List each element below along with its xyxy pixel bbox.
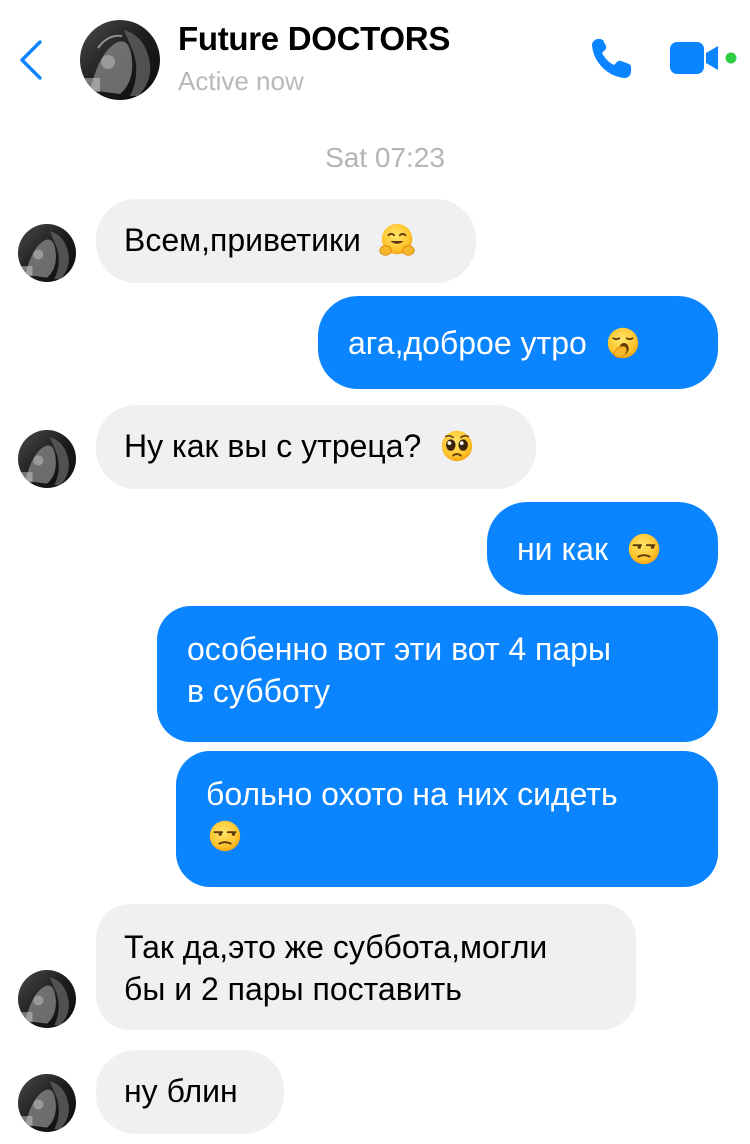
sender-avatar[interactable] bbox=[18, 430, 76, 488]
chat-title[interactable]: Future DOCTORS bbox=[178, 20, 450, 58]
message-text-line: особенно вот эти вот 4 пары bbox=[187, 631, 611, 667]
message-text: ага,доброе утро bbox=[348, 325, 587, 361]
pleading-face-emoji-icon bbox=[442, 430, 473, 461]
active-status: Active now bbox=[178, 66, 304, 96]
active-dot-icon bbox=[725, 52, 737, 64]
chevron-left-icon bbox=[20, 40, 42, 80]
message-bubble-incoming[interactable]: Так да,это же суббота,могли бы и 2 пары … bbox=[96, 904, 636, 1030]
sender-avatar[interactable] bbox=[18, 1074, 76, 1132]
voice-call-button[interactable] bbox=[588, 36, 636, 82]
message-text: ни как bbox=[517, 531, 608, 567]
chat-header: Future DOCTORS Active now bbox=[0, 0, 750, 120]
sender-avatar[interactable] bbox=[18, 224, 76, 282]
phone-icon bbox=[592, 39, 631, 78]
message-bubble-incoming[interactable]: ну блин bbox=[96, 1050, 284, 1134]
message-emoji-line bbox=[206, 815, 688, 857]
message-text-line: бы и 2 пары поставить bbox=[124, 971, 462, 1007]
message-bubble-outgoing[interactable]: ни как bbox=[487, 502, 718, 595]
video-call-button[interactable] bbox=[668, 40, 740, 78]
unamused-face-emoji-icon bbox=[209, 820, 241, 851]
back-button[interactable] bbox=[14, 38, 48, 82]
unamused-face-emoji-icon bbox=[628, 533, 660, 564]
sender-avatar[interactable] bbox=[18, 970, 76, 1028]
sender-avatar-image bbox=[18, 1074, 76, 1132]
sender-avatar-image bbox=[18, 430, 76, 488]
video-camera-icon bbox=[670, 42, 737, 74]
message-text-line: больно охото на них сидеть bbox=[206, 776, 618, 812]
message-text: Ну как вы с утреца? bbox=[124, 428, 422, 464]
message-bubble-outgoing[interactable]: больно охото на них сидеть bbox=[176, 751, 718, 887]
message-bubble-incoming[interactable]: Ну как вы с утреца? bbox=[96, 405, 536, 489]
message-bubble-incoming[interactable]: Всем,приветики bbox=[96, 199, 476, 283]
message-bubble-outgoing[interactable]: ага,доброе утро bbox=[318, 296, 718, 389]
message-text-line: Так да,это же суббота,могли bbox=[124, 929, 548, 965]
message-text: Всем,приветики bbox=[124, 222, 361, 258]
hugging-face-emoji-icon bbox=[379, 223, 415, 256]
group-avatar[interactable] bbox=[80, 20, 160, 100]
yawning-face-emoji-icon bbox=[607, 327, 638, 358]
message-timestamp: Sat 07:23 bbox=[325, 142, 445, 173]
sender-avatar-image bbox=[18, 224, 76, 282]
group-avatar-image bbox=[80, 20, 160, 100]
message-bubble-outgoing[interactable]: особенно вот эти вот 4 пары в субботу bbox=[157, 606, 718, 742]
message-text: ну блин bbox=[124, 1073, 238, 1109]
sender-avatar-image bbox=[18, 970, 76, 1028]
message-text-line: в субботу bbox=[187, 673, 331, 709]
